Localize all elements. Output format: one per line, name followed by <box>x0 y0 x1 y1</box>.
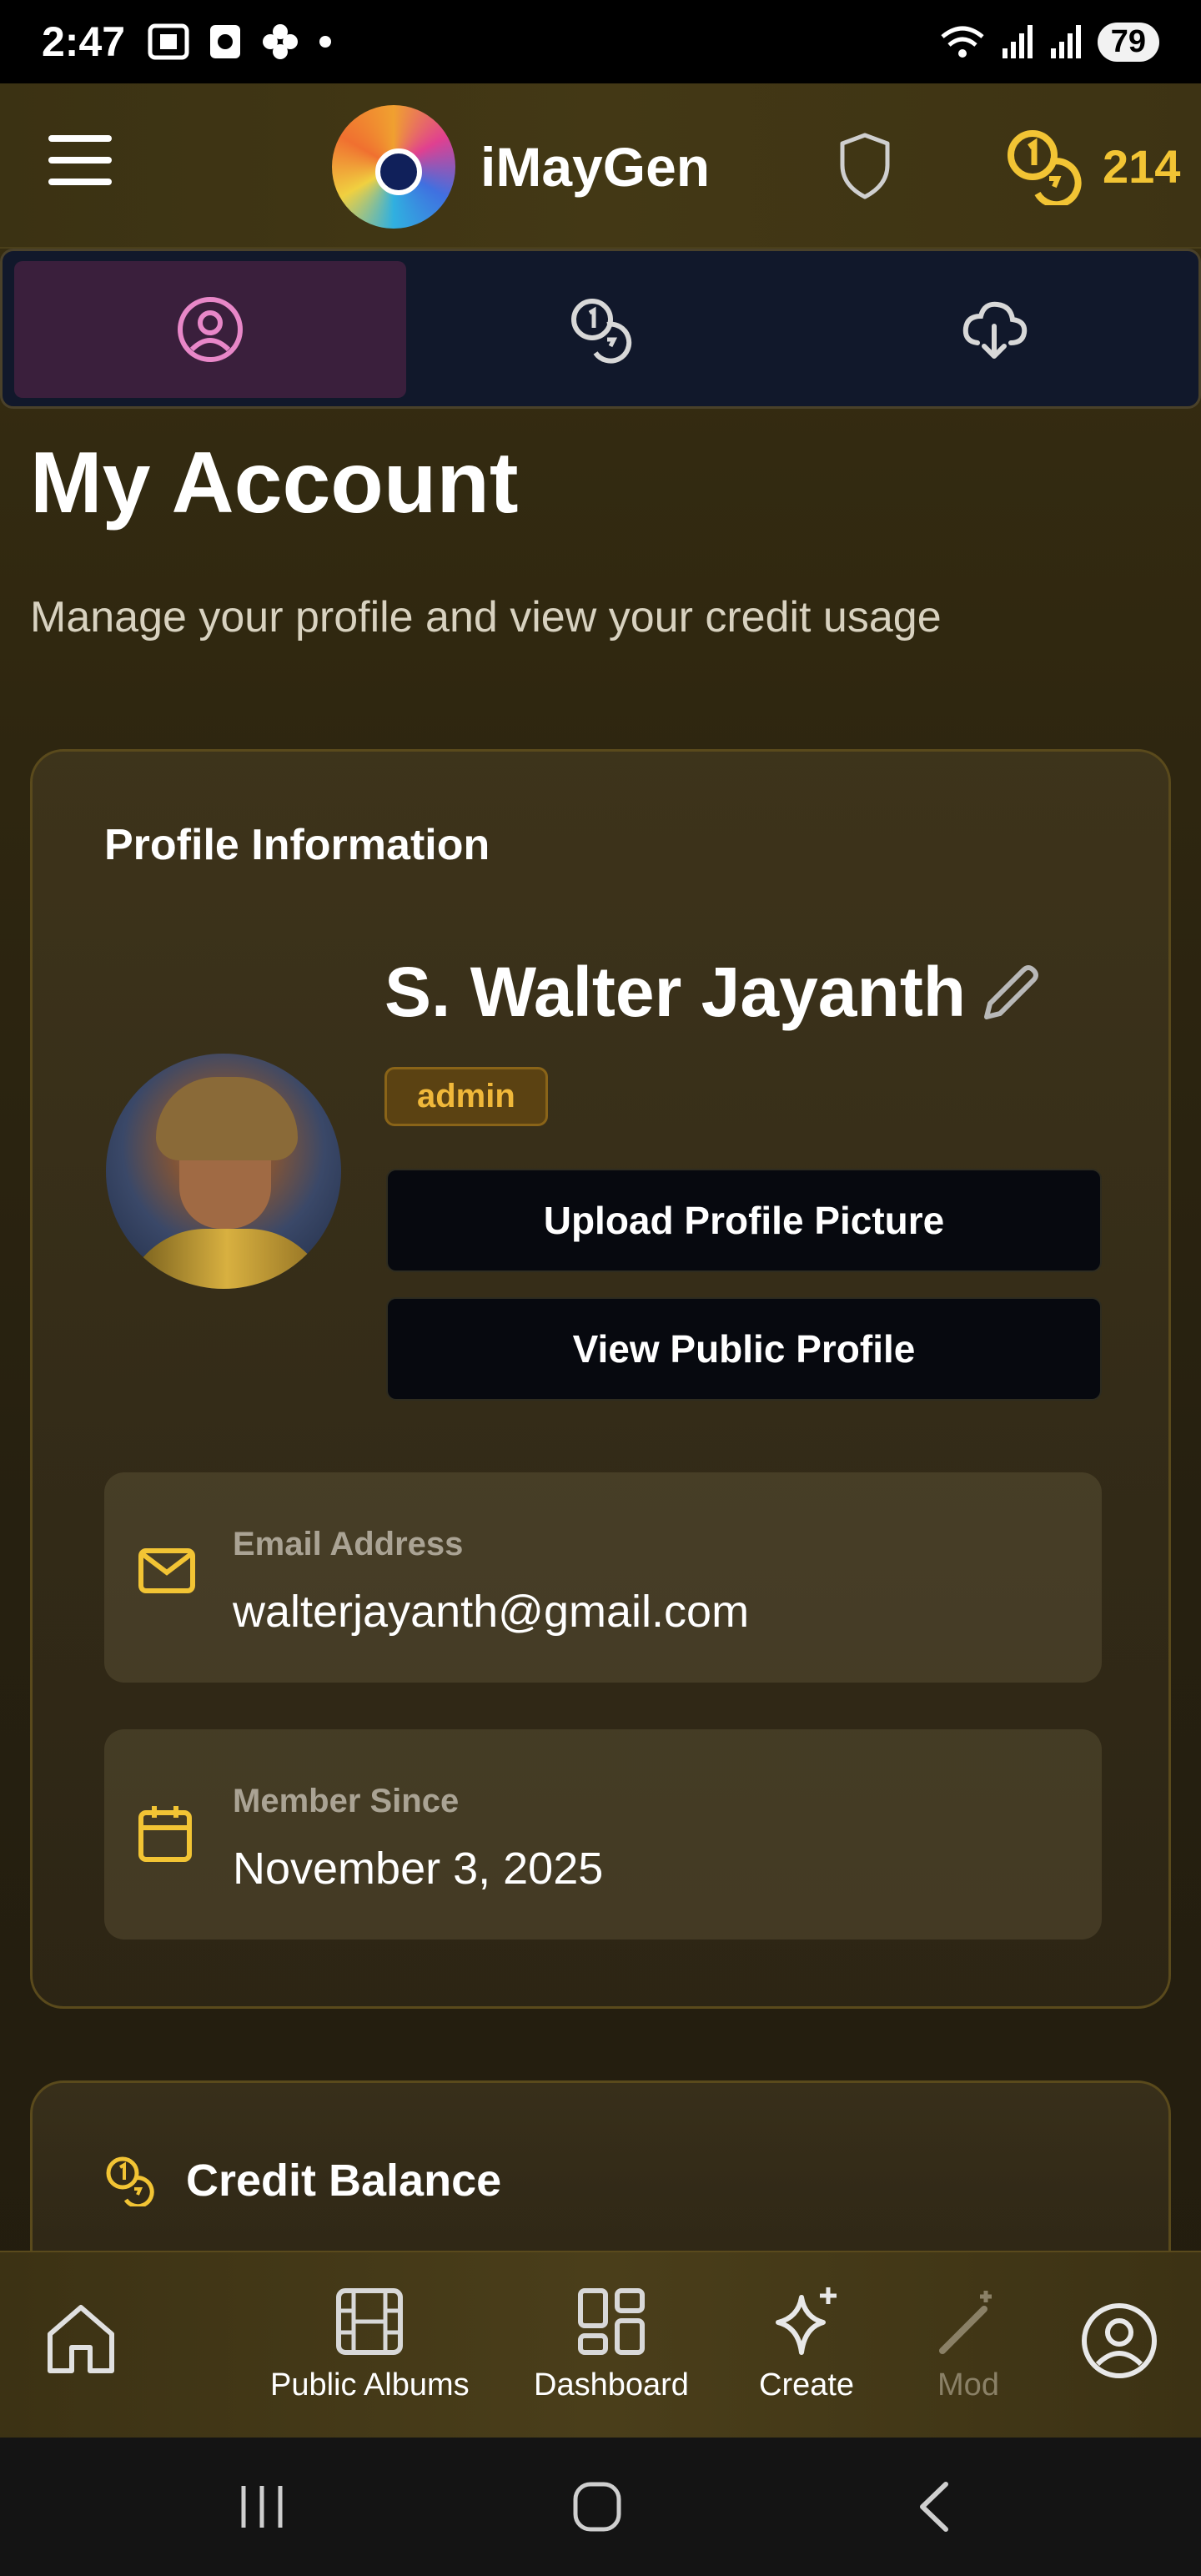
profile-heading: Profile Information <box>104 821 490 869</box>
recent-apps-icon[interactable] <box>239 2479 285 2534</box>
screenshot-icon <box>148 23 189 60</box>
profile-card: Profile Information S. Walter Jayanth ad… <box>30 749 1171 2009</box>
view-public-profile-button[interactable]: View Public Profile <box>386 1297 1102 1401</box>
shield-icon[interactable] <box>837 132 892 200</box>
sparkles-icon <box>776 2287 837 2355</box>
clock-app-icon <box>210 25 241 58</box>
signal-icon-1 <box>1002 25 1033 58</box>
tab-downloads[interactable] <box>798 261 1190 398</box>
system-nav-bar <box>0 2438 1201 2576</box>
tab-credits[interactable] <box>406 261 798 398</box>
app-title: iMayGen <box>480 136 711 198</box>
home-icon <box>48 2305 114 2373</box>
wifi-icon <box>941 26 984 58</box>
calendar-icon <box>138 1806 192 1862</box>
email-value: walterjayanth@gmail.com <box>233 1587 750 1637</box>
magic-wand-icon <box>939 2291 992 2354</box>
role-badge: admin <box>384 1067 548 1126</box>
page-title: My Account <box>30 435 519 531</box>
coins-icon <box>106 2156 154 2206</box>
nav-models-label: Mod <box>937 2367 999 2402</box>
member-since-label: Member Since <box>233 1783 460 1819</box>
menu-icon[interactable] <box>48 135 115 194</box>
mail-icon <box>138 1548 195 1593</box>
credits-count: 214 <box>1103 139 1181 193</box>
back-icon[interactable] <box>912 2479 954 2534</box>
pinwheel-icon <box>263 24 299 59</box>
nav-create-label: Create <box>759 2367 855 2402</box>
notification-dot-icon <box>319 36 332 48</box>
home-button-icon[interactable] <box>570 2479 624 2534</box>
email-label: Email Address <box>233 1526 464 1562</box>
account-tabbar <box>0 249 1201 409</box>
dashboard-grid-icon <box>577 2288 645 2355</box>
app-logo[interactable]: iMayGen <box>332 105 710 229</box>
credit-balance-heading: Credit Balance <box>186 2156 502 2206</box>
nav-dashboard[interactable]: Dashboard <box>534 2286 689 2403</box>
tab-profile[interactable] <box>14 261 406 398</box>
credits-indicator[interactable]: 214 <box>1004 127 1180 205</box>
bottom-nav: Public Albums Dashboard Create Mod <box>0 2251 1201 2438</box>
status-bar: 2:47 79 <box>0 0 1201 83</box>
member-since-value: November 3, 2025 <box>233 1844 604 1894</box>
user-name: S. Walter Jayanth <box>384 953 967 1031</box>
user-circle-icon <box>1082 2303 1157 2378</box>
nav-public-albums-label: Public Albums <box>270 2367 470 2402</box>
app-header: iMayGen 214 <box>0 83 1201 249</box>
nav-public-albums[interactable]: Public Albums <box>270 2286 470 2403</box>
signal-icon-2 <box>1050 25 1081 58</box>
nav-models[interactable]: Mod <box>932 2286 1004 2403</box>
logo-swirl-icon <box>332 105 455 229</box>
coins-icon <box>1008 130 1082 205</box>
avatar <box>106 1054 341 1289</box>
status-time: 2:47 <box>42 18 126 65</box>
coins-icon <box>571 299 632 364</box>
edit-pencil-icon[interactable] <box>975 958 1045 1029</box>
battery-level: 79 <box>1110 23 1146 59</box>
battery-indicator: 79 <box>1097 22 1159 62</box>
nav-home[interactable] <box>43 2301 118 2376</box>
nav-create[interactable]: Create <box>759 2286 854 2403</box>
nav-account[interactable] <box>1079 2301 1159 2381</box>
film-icon <box>336 2288 404 2355</box>
user-circle-icon <box>178 297 243 362</box>
nav-dashboard-label: Dashboard <box>534 2367 689 2402</box>
upload-profile-picture-button[interactable]: Upload Profile Picture <box>386 1169 1102 1272</box>
email-info: Email Address walterjayanth@gmail.com <box>104 1472 1102 1683</box>
page-subtitle: Manage your profile and view your credit… <box>30 593 942 641</box>
cloud-download-icon <box>962 301 1028 359</box>
member-since-info: Member Since November 3, 2025 <box>104 1729 1102 1940</box>
